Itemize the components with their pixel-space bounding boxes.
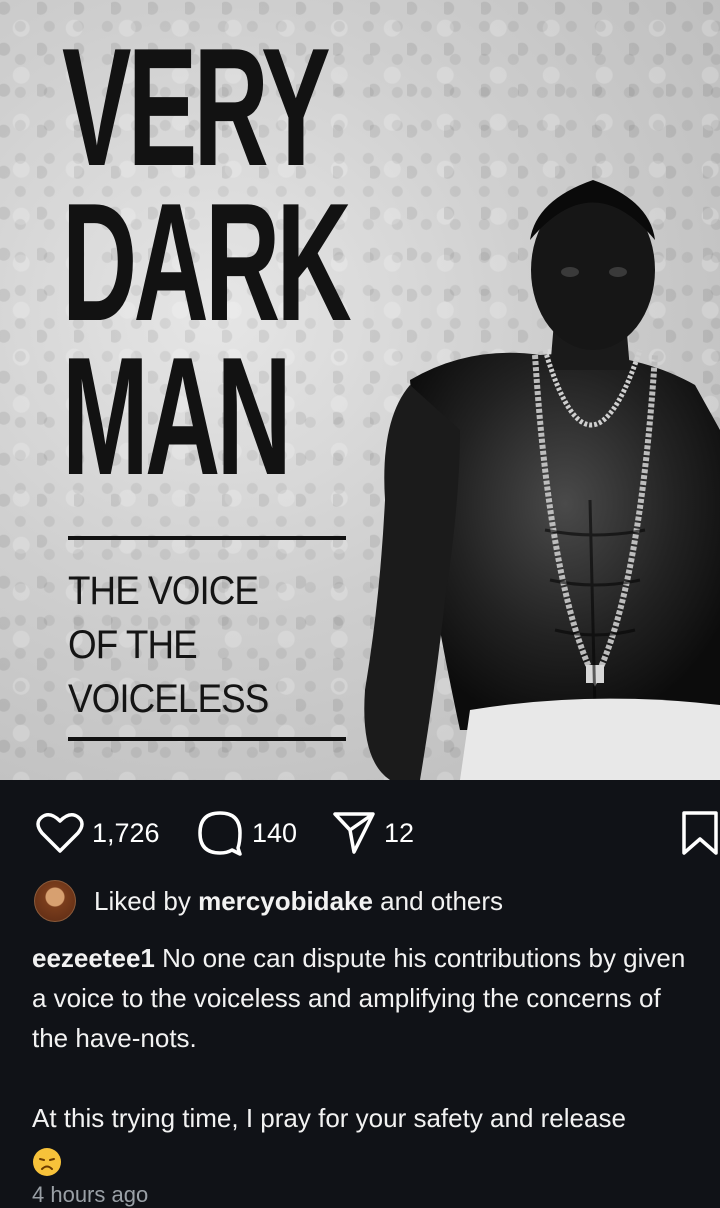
disappointed-face-emoji-icon xyxy=(33,1148,61,1177)
headline-line: MAN xyxy=(62,322,292,511)
caption-second-text: At this trying time, I pray for your saf… xyxy=(32,1103,626,1133)
subtitle-line: THE VOICE xyxy=(68,569,259,613)
comments-count: 140 xyxy=(252,817,298,848)
shares-count: 12 xyxy=(384,817,415,848)
likes-count: 1,726 xyxy=(92,817,160,848)
like-action[interactable]: 1,726 xyxy=(36,806,160,860)
post-action-bar: 1,726 140 12 xyxy=(0,806,720,860)
comment-action[interactable]: 140 xyxy=(196,806,297,860)
caption-paragraph: eezeetee1 No one can dispute his contrib… xyxy=(32,938,702,1058)
image-subtitle: THE VOICE OF THE VOICELESS xyxy=(68,564,368,726)
liked-by-user[interactable]: mercyobidake xyxy=(198,886,373,916)
headline-line: DARK xyxy=(62,167,352,356)
caption-paragraph-2: At this trying time, I pray for your saf… xyxy=(32,1098,702,1138)
caption-username[interactable]: eezeetee1 xyxy=(32,943,155,973)
man-figure-illustration xyxy=(364,180,720,780)
image-divider-top xyxy=(68,536,346,540)
headline-line: VERY xyxy=(62,13,331,201)
post-image[interactable]: VERY DARK MAN THE VOICE OF THE VOICELESS xyxy=(0,0,720,780)
subtitle-line: VOICELESS xyxy=(68,677,269,721)
send-icon[interactable] xyxy=(332,810,376,856)
subtitle-line: OF THE xyxy=(68,623,198,667)
bookmark-icon[interactable] xyxy=(680,809,720,857)
share-action[interactable]: 12 xyxy=(332,806,414,860)
liked-by-text: Liked by mercyobidake and others xyxy=(94,886,503,917)
liked-by-suffix[interactable]: and others xyxy=(373,886,503,916)
liked-by-prefix: Liked by xyxy=(94,885,199,916)
comment-icon[interactable] xyxy=(196,810,244,856)
image-divider-bottom xyxy=(68,737,346,741)
heart-icon[interactable] xyxy=(36,811,84,855)
save-action[interactable] xyxy=(680,806,720,860)
liked-by-row[interactable]: Liked by mercyobidake and others xyxy=(34,880,503,922)
liker-avatar[interactable] xyxy=(34,880,76,922)
post-timestamp: 4 hours ago xyxy=(32,1182,149,1207)
post-caption: eezeetee1 No one can dispute his contrib… xyxy=(32,938,702,1178)
